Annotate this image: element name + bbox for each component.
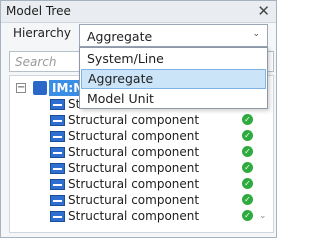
tree-item-label: Structural component bbox=[68, 129, 200, 143]
tree-item-label: Structural component bbox=[68, 193, 200, 207]
tree-item[interactable]: Structural component ✓ bbox=[10, 176, 273, 192]
dropdown-option-model-unit[interactable]: Model Unit bbox=[81, 89, 266, 109]
scroll-down-icon[interactable]: ⌄ bbox=[259, 208, 267, 224]
checkmark-icon: ✓ bbox=[242, 162, 253, 173]
checkmark-icon: ✓ bbox=[242, 194, 253, 205]
tree-item-label: Structural component bbox=[68, 113, 200, 127]
tree-item[interactable]: Structural component ✓ bbox=[10, 128, 273, 144]
checkmark-icon: ✓ bbox=[242, 146, 253, 157]
panel-title: Model Tree bbox=[6, 4, 71, 18]
tree-item[interactable]: Structural component ✓ bbox=[10, 144, 273, 160]
checkmark-icon: ✓ bbox=[242, 130, 253, 141]
dropdown-option-system-line[interactable]: System/Line bbox=[81, 49, 266, 69]
panel-titlebar: Model Tree ✕ bbox=[1, 1, 276, 23]
structural-component-icon bbox=[50, 115, 65, 126]
hierarchy-dropdown-list: System/Line Aggregate Model Unit bbox=[79, 47, 268, 109]
chevron-down-icon[interactable]: ⌄ bbox=[252, 29, 260, 39]
tree-item-label: Structural component bbox=[68, 209, 200, 223]
search-placeholder: Search bbox=[15, 55, 57, 69]
model-root-icon bbox=[33, 81, 47, 95]
model-tree-panel: Model Tree ✕ Hierarchy Aggregate ⌄ Searc… bbox=[0, 0, 277, 238]
collapse-icon[interactable]: − bbox=[16, 83, 26, 93]
hierarchy-selected-value: Aggregate bbox=[87, 29, 153, 44]
structural-component-icon bbox=[50, 99, 65, 110]
checkmark-icon: ✓ bbox=[242, 114, 253, 125]
checkmark-icon: ✓ bbox=[242, 178, 253, 189]
dropdown-option-aggregate[interactable]: Aggregate bbox=[81, 69, 266, 89]
tree-item[interactable]: Structural component ✓ bbox=[10, 160, 273, 176]
structural-component-icon bbox=[50, 163, 65, 174]
hierarchy-label: Hierarchy bbox=[13, 26, 72, 40]
structural-component-icon bbox=[50, 211, 65, 222]
structural-component-icon bbox=[50, 195, 65, 206]
tree-item[interactable]: Structural component ✓ ⌄ bbox=[10, 208, 273, 224]
structural-component-icon bbox=[50, 131, 65, 142]
tree-item-label: Structural component bbox=[68, 161, 200, 175]
tree-item-label: Structural component bbox=[68, 145, 200, 159]
tree-item-label: Structural component bbox=[68, 177, 200, 191]
tree-item[interactable]: Structural component ✓ bbox=[10, 112, 273, 128]
structural-component-icon bbox=[50, 179, 65, 190]
checkmark-icon: ✓ bbox=[242, 210, 253, 221]
hierarchy-combobox[interactable]: Aggregate ⌄ bbox=[79, 24, 268, 47]
tree-item[interactable]: Structural component ✓ bbox=[10, 192, 273, 208]
structural-component-icon bbox=[50, 147, 65, 158]
close-icon[interactable]: ✕ bbox=[257, 2, 270, 20]
